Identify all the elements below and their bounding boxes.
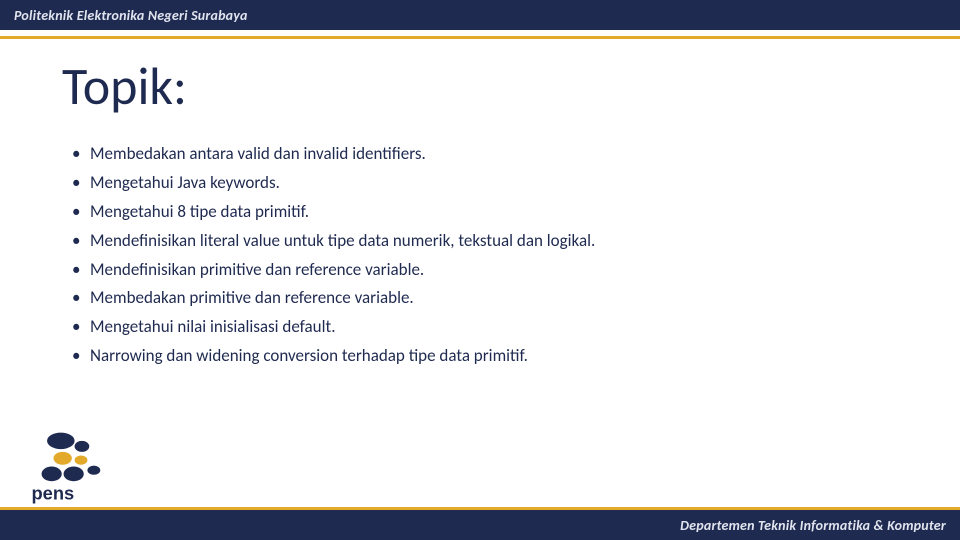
footer-bar: Departemen Teknik Informatika & Komputer bbox=[0, 510, 960, 540]
header-bar: Politeknik Elektronika Negeri Surabaya bbox=[0, 0, 960, 30]
footer-dept-name: Departemen Teknik Informatika & Komputer bbox=[680, 517, 946, 534]
list-item: Membedakan antara valid dan invalid iden… bbox=[72, 140, 595, 169]
header-org-name: Politeknik Elektronika Negeri Surabaya bbox=[14, 7, 248, 24]
divider-top bbox=[0, 36, 960, 39]
bullet-list: Membedakan antara valid dan invalid iden… bbox=[72, 140, 595, 371]
list-item: Mengetahui 8 tipe data primitif. bbox=[72, 198, 595, 227]
list-item: Mengetahui Java keywords. bbox=[72, 169, 595, 198]
list-item: Mendefinisikan primitive dan reference v… bbox=[72, 256, 595, 285]
pens-logo-icon: pens bbox=[24, 428, 116, 506]
logo-text: pens bbox=[31, 483, 74, 504]
slide-title: Topik: bbox=[62, 54, 187, 118]
list-item: Membedakan primitive dan reference varia… bbox=[72, 284, 595, 313]
slide: Politeknik Elektronika Negeri Surabaya T… bbox=[0, 0, 960, 540]
list-item: Mengetahui nilai inisialisasi default. bbox=[72, 313, 595, 342]
list-item: Mendefinisikan literal value untuk tipe … bbox=[72, 227, 595, 256]
list-item: Narrowing dan widening conversion terhad… bbox=[72, 342, 595, 371]
